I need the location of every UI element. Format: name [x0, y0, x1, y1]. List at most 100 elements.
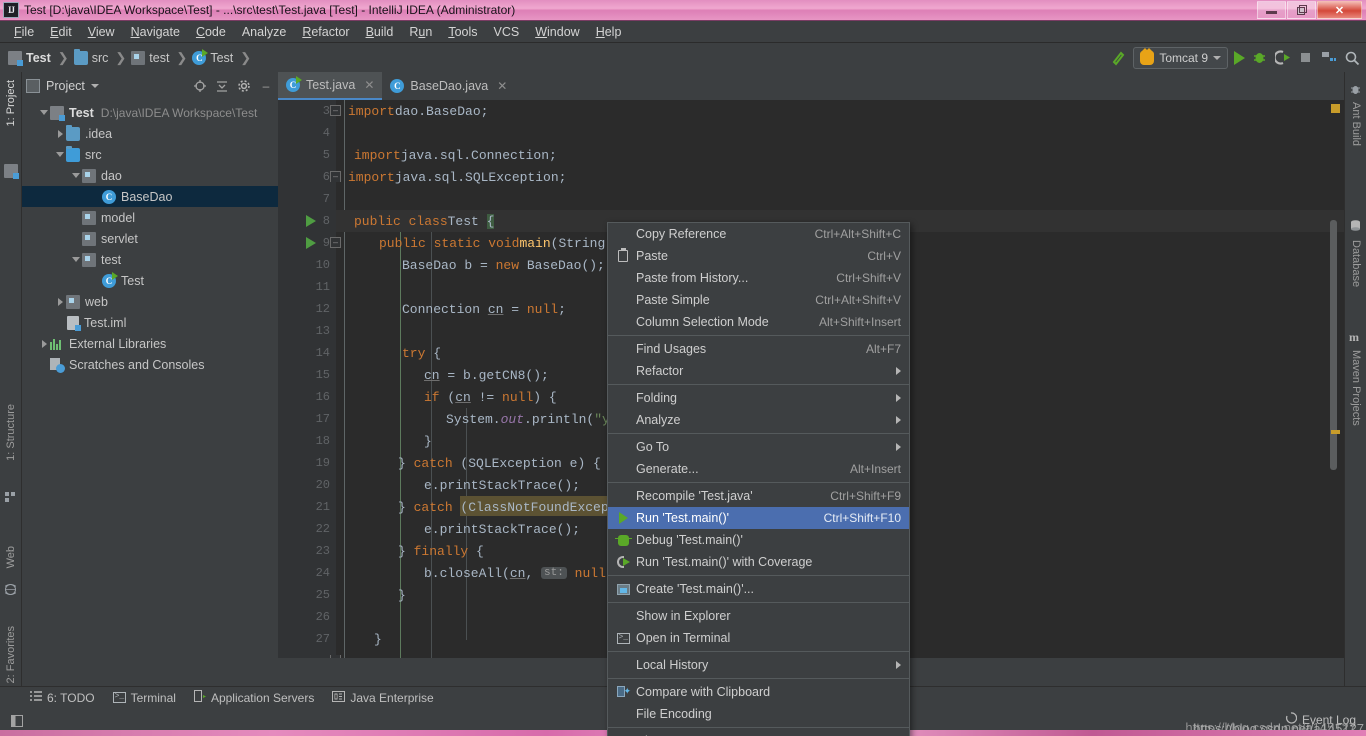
menu-view[interactable]: View: [80, 23, 123, 41]
twisty-collapsed-icon[interactable]: [38, 339, 50, 348]
menu-item-run-with-coverage[interactable]: Run 'Test.main()' with Coverage: [608, 551, 909, 573]
menu-vcs[interactable]: VCS: [486, 23, 528, 41]
twisty-collapsed-icon[interactable]: [54, 297, 66, 306]
menu-item-column-selection-mode[interactable]: Column Selection Mode Alt+Shift+Insert: [608, 311, 909, 333]
search-icon[interactable]: [1343, 49, 1360, 66]
stop-icon[interactable]: [1297, 49, 1314, 66]
project-tree: Test D:\java\IDEA Workspace\Test .idea s…: [22, 100, 278, 686]
menu-item-go-to[interactable]: Go To: [608, 436, 909, 458]
twisty-expanded-icon[interactable]: [70, 257, 82, 262]
project-structure-icon[interactable]: [1320, 49, 1337, 66]
chevron-right-icon: [896, 443, 901, 451]
bottom-tab-todo[interactable]: 6: TODO: [30, 691, 95, 705]
menu-item-create-test-main-config[interactable]: Create 'Test.main()'...: [608, 578, 909, 600]
tree-item-external-libraries[interactable]: External Libraries: [22, 333, 278, 354]
restore-button[interactable]: [1287, 1, 1316, 19]
debug-icon[interactable]: [1251, 49, 1268, 66]
tool-tab-maven-projects[interactable]: Maven Projects: [1345, 346, 1366, 430]
collapse-target-icon[interactable]: [192, 78, 208, 94]
menu-code[interactable]: Code: [188, 23, 234, 41]
tool-tab-database[interactable]: Database: [1345, 236, 1366, 291]
menu-window[interactable]: Window: [527, 23, 587, 41]
tree-item-test-module[interactable]: Test D:\java\IDEA Workspace\Test: [22, 102, 278, 123]
twisty-expanded-icon[interactable]: [38, 110, 50, 115]
run-gutter-icon[interactable]: [306, 215, 316, 227]
menu-item-generate[interactable]: Generate... Alt+Insert: [608, 458, 909, 480]
twisty-collapsed-icon[interactable]: [54, 129, 66, 138]
tree-item-test-pkg[interactable]: test: [22, 249, 278, 270]
twisty-expanded-icon[interactable]: [70, 173, 82, 178]
tree-item-dao[interactable]: dao: [22, 165, 278, 186]
breadcrumb-item-src[interactable]: src ❯: [73, 48, 132, 66]
tree-item-test-class[interactable]: C Test: [22, 270, 278, 291]
menu-item-copy-reference[interactable]: Copy Reference Ctrl+Alt+Shift+C: [608, 223, 909, 245]
close-icon[interactable]: ✕: [364, 78, 374, 92]
menu-item-local-history[interactable]: Local History: [608, 654, 909, 676]
tree-item-idea[interactable]: .idea: [22, 123, 278, 144]
tree-item-model[interactable]: model: [22, 207, 278, 228]
menu-tools[interactable]: Tools: [440, 23, 485, 41]
menu-item-find-usages[interactable]: Find Usages Alt+F7: [608, 338, 909, 360]
coverage-icon[interactable]: [1274, 49, 1291, 66]
menu-analyze[interactable]: Analyze: [234, 23, 294, 41]
bottom-tab-terminal[interactable]: >_ Terminal: [112, 691, 176, 705]
menu-item-recompile-test-java[interactable]: Recompile 'Test.java' Ctrl+Shift+F9: [608, 485, 909, 507]
tool-tab-favorites[interactable]: 2: Favorites: [0, 622, 22, 687]
run-icon[interactable]: [1234, 50, 1245, 65]
menu-item-refactor[interactable]: Refactor: [608, 360, 909, 382]
collapse-all-icon[interactable]: [214, 78, 230, 94]
tool-tab-web[interactable]: Web: [0, 542, 22, 572]
tree-item-src[interactable]: src: [22, 144, 278, 165]
menu-build[interactable]: Build: [358, 23, 402, 41]
minimize-button[interactable]: [1257, 1, 1286, 19]
menu-item-open-in-terminal[interactable]: >_ Open in Terminal: [608, 627, 909, 649]
menu-navigate[interactable]: Navigate: [123, 23, 188, 41]
breadcrumb-item-test-pkg[interactable]: test ❯: [131, 50, 192, 66]
error-stripe-marker[interactable]: [1331, 104, 1340, 113]
tool-tab-ant-build[interactable]: Ant Build: [1345, 98, 1366, 150]
error-stripe-marker[interactable]: [1331, 430, 1340, 434]
menu-item-paste-from-history[interactable]: Paste from History... Ctrl+Shift+V: [608, 267, 909, 289]
toggle-toolwindows-icon[interactable]: [10, 714, 24, 731]
menu-item-paste-simple[interactable]: Paste Simple Ctrl+Alt+Shift+V: [608, 289, 909, 311]
menu-item-analyze[interactable]: Analyze: [608, 409, 909, 431]
tree-item-scratches[interactable]: Scratches and Consoles: [22, 354, 278, 375]
bottom-tab-java-enterprise[interactable]: Java Enterprise: [332, 690, 434, 705]
menu-item-folding[interactable]: Folding: [608, 387, 909, 409]
run-configuration-selector[interactable]: Tomcat 9: [1133, 46, 1228, 69]
tool-tab-project[interactable]: 1: Project: [0, 76, 22, 130]
breadcrumb-item-test-class[interactable]: C Test ❯: [192, 48, 256, 66]
menu-help[interactable]: Help: [588, 23, 630, 41]
menu-item-run-test-main[interactable]: Run 'Test.main()' Ctrl+Shift+F10: [608, 507, 909, 529]
menu-item-debug-test-main[interactable]: Debug 'Test.main()': [608, 529, 909, 551]
bottom-tab-application-servers[interactable]: Application Servers: [193, 690, 314, 705]
tree-item-test-iml[interactable]: Test.iml: [22, 312, 278, 333]
chevron-down-icon[interactable]: [90, 84, 99, 88]
close-icon[interactable]: ✕: [497, 79, 507, 93]
tree-item-web[interactable]: web: [22, 291, 278, 312]
breadcrumb-item-module[interactable]: Test ❯: [8, 50, 74, 66]
tree-item-basedao[interactable]: C BaseDao: [22, 186, 278, 207]
hide-panel-icon[interactable]: –: [258, 78, 274, 94]
tool-tab-structure[interactable]: 1: Structure: [0, 400, 22, 465]
menu-item-show-in-explorer[interactable]: Show in Explorer: [608, 605, 909, 627]
menu-item-paste[interactable]: Paste Ctrl+V: [608, 245, 909, 267]
run-gutter-icon[interactable]: [306, 237, 316, 249]
menu-file[interactable]: File: [6, 23, 42, 41]
settings-gear-icon[interactable]: [236, 78, 252, 94]
build-hammer-icon[interactable]: [1110, 49, 1127, 66]
tree-item-servlet[interactable]: servlet: [22, 228, 278, 249]
menu-item-file-encoding[interactable]: File Encoding: [608, 703, 909, 725]
twisty-expanded-icon[interactable]: [54, 152, 66, 157]
editor-tab-basedao-java[interactable]: C BaseDao.java ✕: [382, 72, 515, 100]
menu-edit[interactable]: Edit: [42, 23, 80, 41]
menu-item-diagrams[interactable]: Diagrams: [608, 730, 909, 736]
close-button[interactable]: ✕: [1317, 1, 1362, 19]
editor-tab-test-java[interactable]: C Test.java ✕: [278, 72, 383, 100]
folder-src-icon: [66, 145, 80, 162]
menu-item-compare-with-clipboard[interactable]: ✦ Compare with Clipboard: [608, 681, 909, 703]
menu-separator: [608, 482, 909, 483]
line-number: 10: [315, 258, 330, 272]
menu-run[interactable]: Run: [401, 23, 440, 41]
menu-refactor[interactable]: Refactor: [294, 23, 357, 41]
